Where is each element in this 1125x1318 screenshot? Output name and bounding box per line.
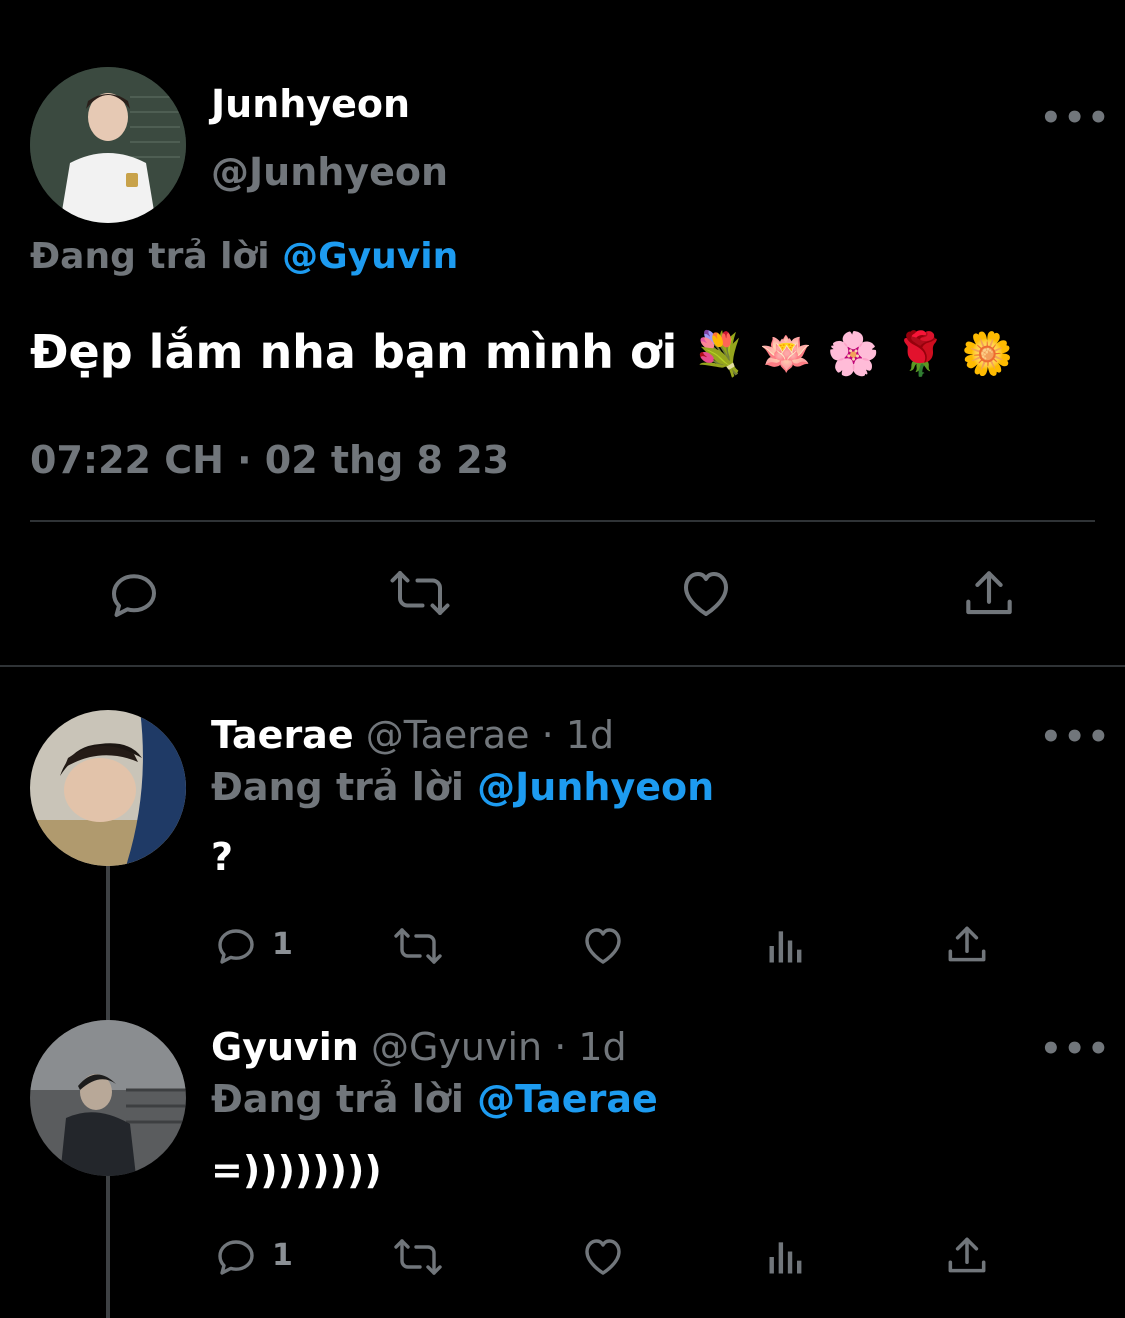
analytics-icon[interactable]	[764, 1235, 808, 1279]
share-icon[interactable]	[958, 563, 1020, 625]
avatar-taerae-image	[30, 710, 186, 866]
retweet-icon[interactable]	[390, 1233, 446, 1281]
reply-context: Đang trả lời @Gyuvin	[30, 236, 458, 277]
time-ago[interactable]: · 1d	[542, 713, 614, 757]
reply-context: Đang trả lời @Taerae	[211, 1077, 658, 1121]
reply-to-link[interactable]: @Gyuvin	[282, 236, 458, 277]
avatar[interactable]	[30, 67, 186, 223]
share-icon[interactable]	[942, 1231, 992, 1281]
heart-icon[interactable]	[578, 1233, 628, 1281]
handle[interactable]: @Junhyeon	[211, 150, 448, 194]
reply-icon[interactable]	[212, 922, 260, 970]
handle[interactable]: @Taerae	[366, 713, 530, 757]
divider	[30, 520, 1095, 522]
avatar-gyuvin-image	[30, 1020, 186, 1176]
reply-icon[interactable]	[212, 1233, 260, 1281]
reply-prefix: Đang trả lời	[211, 1077, 464, 1121]
reply-context: Đang trả lời @Junhyeon	[211, 765, 714, 809]
share-icon[interactable]	[942, 920, 992, 970]
retweet-icon[interactable]	[386, 563, 454, 623]
tweet-text: ?	[211, 835, 234, 879]
tweet-text: Đẹp lắm nha bạn mình ơi 💐 🪷 🌸 🌹 🌼	[30, 325, 1013, 379]
tweet-body: Đẹp lắm nha bạn mình ơi	[30, 325, 678, 379]
flower-emojis: 💐 🪷 🌸 🌹 🌼	[693, 329, 1014, 378]
section-divider	[0, 665, 1125, 667]
reply-icon[interactable]	[104, 565, 164, 625]
display-name[interactable]: Gyuvin	[211, 1025, 359, 1069]
reply-to-link[interactable]: @Junhyeon	[477, 765, 714, 809]
avatar[interactable]	[30, 1020, 186, 1176]
reply-header: Taerae @Taerae · 1d	[211, 713, 614, 757]
reply-prefix: Đang trả lời	[30, 236, 270, 277]
reply-prefix: Đang trả lời	[211, 765, 464, 809]
display-name[interactable]: Taerae	[211, 713, 354, 757]
reply-count: 1	[272, 927, 293, 962]
more-options-icon[interactable]: •••	[1040, 98, 1111, 138]
analytics-icon[interactable]	[764, 924, 808, 968]
display-name[interactable]: Junhyeon	[211, 82, 410, 126]
reply-header: Gyuvin @Gyuvin · 1d	[211, 1025, 627, 1069]
heart-icon[interactable]	[578, 922, 628, 970]
more-options-icon[interactable]: •••	[1040, 717, 1111, 757]
reply-count: 1	[272, 1238, 293, 1273]
reply-to-link[interactable]: @Taerae	[477, 1077, 658, 1121]
tweet-text: =))))))))	[211, 1148, 382, 1192]
heart-icon[interactable]	[675, 564, 737, 624]
handle[interactable]: @Gyuvin	[371, 1025, 542, 1069]
timestamp[interactable]: 07:22 CH · 02 thg 8 23	[30, 438, 509, 482]
avatar-junhyeon-image	[30, 67, 186, 223]
time-ago[interactable]: · 1d	[554, 1025, 626, 1069]
avatar[interactable]	[30, 710, 186, 866]
more-options-icon[interactable]: •••	[1040, 1029, 1111, 1069]
retweet-icon[interactable]	[390, 922, 446, 970]
